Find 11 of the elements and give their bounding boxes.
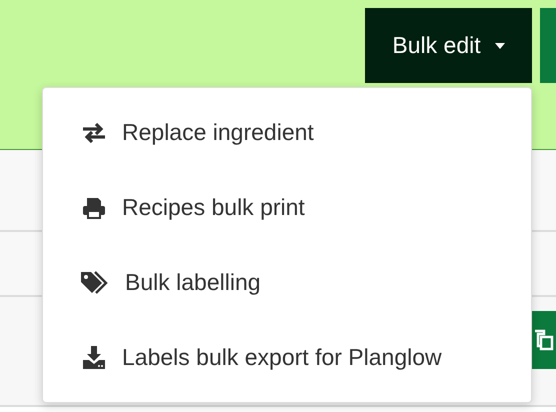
swap-arrows-icon [81, 122, 107, 144]
copy-button[interactable] [530, 311, 556, 369]
tags-icon [80, 270, 108, 294]
menu-item[interactable]: Recipes bulk print [43, 170, 531, 245]
menu-item[interactable]: Bulk labelling [43, 245, 531, 320]
bulk-edit-button[interactable]: Bulk edit [365, 8, 532, 83]
printer-icon [82, 196, 106, 220]
caret-icon [494, 42, 505, 48]
menu-item[interactable]: Replace ingredient [43, 95, 531, 170]
download-icon [82, 346, 106, 370]
menu-item[interactable]: Labels bulk export for Planglow [43, 320, 531, 395]
